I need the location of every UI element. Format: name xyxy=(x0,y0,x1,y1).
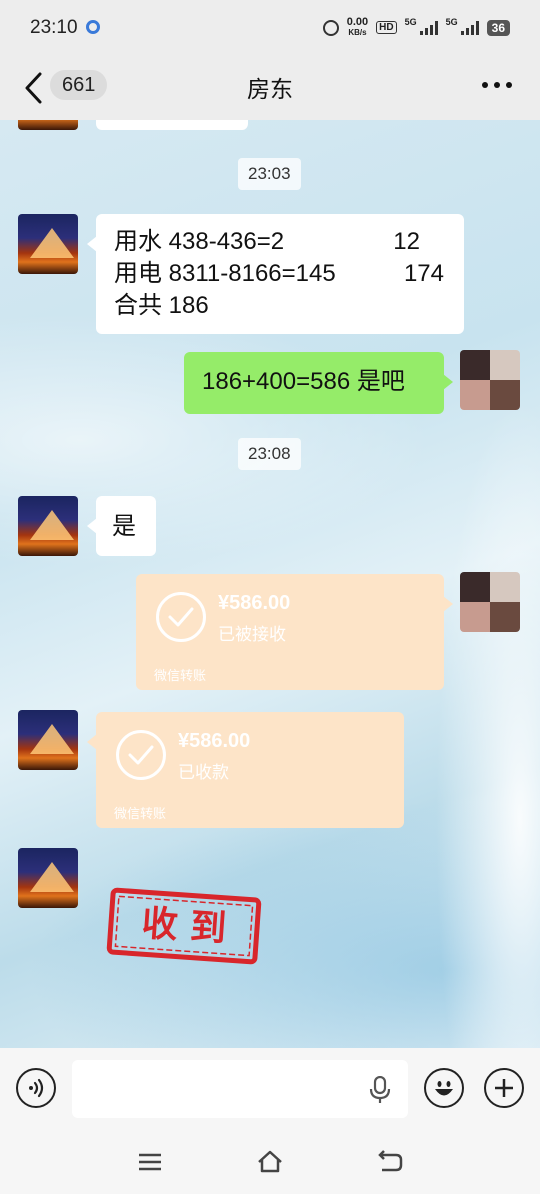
electric-fee-label: 用电 8311-8166=145 xyxy=(114,260,336,287)
chat-message-area[interactable]: 23:03 用水 438-436=2 12 用电 8311-8166=145 1… xyxy=(0,120,540,1048)
hd-voice-badge: HD xyxy=(376,21,397,34)
notification-app-icon xyxy=(86,20,100,34)
network-label-1: 5G xyxy=(404,17,417,27)
system-nav-bar xyxy=(0,1130,540,1194)
landlord-avatar[interactable] xyxy=(18,214,78,274)
stamp-text: 收 到 xyxy=(140,903,227,950)
transfer-amount: ¥586.00 xyxy=(178,730,251,752)
plus-icon[interactable] xyxy=(484,1068,524,1108)
check-circle-icon xyxy=(156,592,206,642)
water-fee-row: 用水 438-436=2 12 xyxy=(114,226,446,258)
alarm-icon xyxy=(322,19,339,36)
self-reply-bubble[interactable]: 186+400=586 是吧 xyxy=(184,352,453,414)
received-stamp-sticker[interactable]: 收 到 xyxy=(106,887,262,965)
signal-icon-1 xyxy=(419,20,438,35)
self-avatar[interactable] xyxy=(460,572,520,632)
network-label-2: 5G xyxy=(445,17,458,27)
transfer-status: 已收款 xyxy=(178,763,229,783)
transfer-footer-label: 微信转账 xyxy=(154,669,207,684)
net-speed: 0.00 KB/s xyxy=(347,17,368,38)
transfer-amount: ¥586.00 xyxy=(218,592,291,614)
chat-title: 房东 xyxy=(247,77,293,103)
landlord-avatar[interactable] xyxy=(18,496,78,556)
electric-fee-row: 用电 8311-8166=145 174 xyxy=(114,258,446,290)
home-icon[interactable] xyxy=(256,1148,284,1176)
net-speed-unit: KB/s xyxy=(348,28,367,37)
battery-indicator: 36 xyxy=(486,19,510,36)
more-options-icon[interactable] xyxy=(482,82,512,90)
transfer-footer-label: 微信转账 xyxy=(114,807,167,822)
status-indicators: 0.00 KB/s HD 5G 5G 36 xyxy=(322,17,510,38)
status-bar: 23:10 0.00 KB/s HD 5G 5G 36 xyxy=(0,0,540,58)
timestamp: 23:08 xyxy=(238,438,301,470)
previous-message-bubble[interactable] xyxy=(96,120,248,130)
net-speed-value: 0.00 xyxy=(346,16,369,28)
total-label: 合共 186 xyxy=(114,292,209,319)
chat-header: 661 房东 xyxy=(0,58,540,120)
landlord-reply-bubble[interactable]: 是 xyxy=(87,496,156,556)
status-time: 23:10 xyxy=(30,17,78,38)
bill-message-bubble[interactable]: 用水 438-436=2 12 用电 8311-8166=145 174 合共 … xyxy=(87,214,464,334)
landlord-avatar[interactable] xyxy=(18,848,78,908)
message-input[interactable] xyxy=(72,1060,408,1118)
back-nav-icon[interactable] xyxy=(376,1148,404,1176)
transfer-received-card[interactable]: ¥586.00 已收款 微信转账 xyxy=(87,712,404,828)
voice-mode-icon[interactable] xyxy=(16,1068,56,1108)
electric-fee-value: 174 xyxy=(403,260,444,287)
menu-icon[interactable] xyxy=(136,1148,164,1176)
landlord-avatar[interactable] xyxy=(18,710,78,770)
transfer-status: 已被接收 xyxy=(218,625,286,645)
microphone-icon[interactable] xyxy=(368,1075,392,1104)
total-row: 合共 186 xyxy=(114,290,446,322)
water-fee-value: 12 xyxy=(393,228,420,255)
landlord-avatar[interactable] xyxy=(18,120,78,130)
water-fee-label: 用水 438-436=2 xyxy=(114,228,285,255)
timestamp: 23:03 xyxy=(238,158,301,190)
input-bar xyxy=(0,1048,540,1130)
check-circle-icon xyxy=(116,730,166,780)
emoji-icon[interactable] xyxy=(424,1068,464,1108)
self-avatar[interactable] xyxy=(460,350,520,410)
signal-icon-2 xyxy=(460,20,479,35)
transfer-sent-card[interactable]: ¥586.00 已被接收 微信转账 xyxy=(136,574,453,690)
